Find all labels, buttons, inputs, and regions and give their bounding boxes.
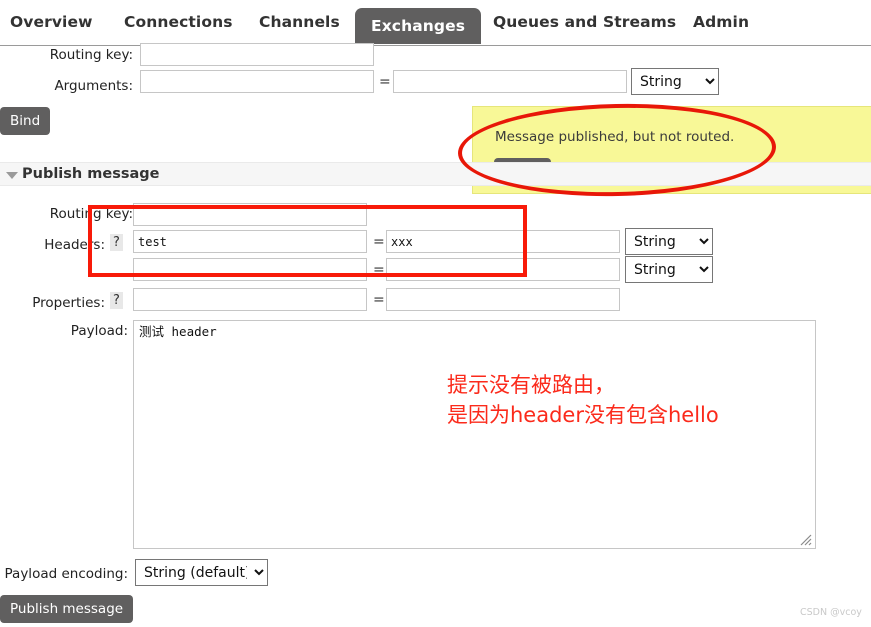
publish-message-section-header[interactable]: Publish message	[0, 162, 871, 186]
publish-header-value-input-2[interactable]	[386, 258, 620, 281]
publish-header-equals-sign-1: =	[373, 234, 385, 250]
publish-property-key-input[interactable]	[133, 288, 367, 311]
publish-property-equals-sign: =	[373, 292, 385, 308]
csdn-watermark: CSDN @vcoy	[800, 607, 862, 618]
binding-routing-key-input[interactable]	[140, 43, 374, 66]
payload-encoding-select[interactable]: String (default)	[135, 559, 268, 586]
publish-header-type-select-2[interactable]: String	[625, 256, 713, 283]
publish-headers-label: Headers:	[44, 237, 105, 253]
publish-routing-key-input[interactable]	[133, 203, 367, 226]
nav-tab-overview[interactable]: Overview	[10, 13, 93, 31]
publish-header-type-select-1[interactable]: String	[625, 228, 713, 255]
publish-message-section-title: Publish message	[22, 166, 160, 182]
nav-tab-connections[interactable]: Connections	[124, 13, 233, 31]
binding-arguments-label: Arguments:	[54, 78, 133, 94]
publish-payload-textarea[interactable]	[133, 320, 816, 549]
publish-message-button[interactable]: Publish message	[0, 595, 134, 623]
binding-routing-key-label: Routing key:	[49, 47, 133, 63]
collapse-triangle-icon[interactable]	[6, 172, 18, 179]
nav-tab-exchanges[interactable]: Exchanges	[355, 8, 482, 44]
nav-tab-admin[interactable]: Admin	[693, 13, 749, 31]
bind-button[interactable]: Bind	[0, 107, 51, 135]
publish-properties-label: Properties:	[32, 295, 105, 311]
alert-message-text: Message published, but not routed.	[495, 129, 735, 145]
binding-argument-type-select[interactable]: String	[631, 68, 719, 95]
publish-header-key-input-2[interactable]	[133, 258, 367, 281]
publish-header-key-input-1[interactable]	[133, 230, 367, 253]
payload-encoding-label: Payload encoding:	[4, 566, 128, 582]
nav-tab-channels[interactable]: Channels	[259, 13, 340, 31]
binding-argument-value-input[interactable]	[393, 70, 627, 93]
publish-header-value-input-1[interactable]	[386, 230, 620, 253]
publish-payload-label: Payload:	[70, 323, 128, 339]
binding-argument-key-input[interactable]	[140, 70, 374, 93]
publish-header-equals-sign-2: =	[373, 262, 385, 278]
properties-help-icon[interactable]: ?	[110, 292, 123, 309]
publish-routing-key-label: Routing key:	[49, 206, 133, 222]
binding-argument-equals-sign: =	[379, 74, 391, 90]
publish-property-value-input[interactable]	[386, 288, 620, 311]
main-navigation-bar: Overview Connections Channels Exchanges …	[0, 0, 871, 46]
headers-help-icon[interactable]: ?	[110, 234, 123, 251]
nav-tab-queues-and-streams[interactable]: Queues and Streams	[493, 13, 676, 31]
